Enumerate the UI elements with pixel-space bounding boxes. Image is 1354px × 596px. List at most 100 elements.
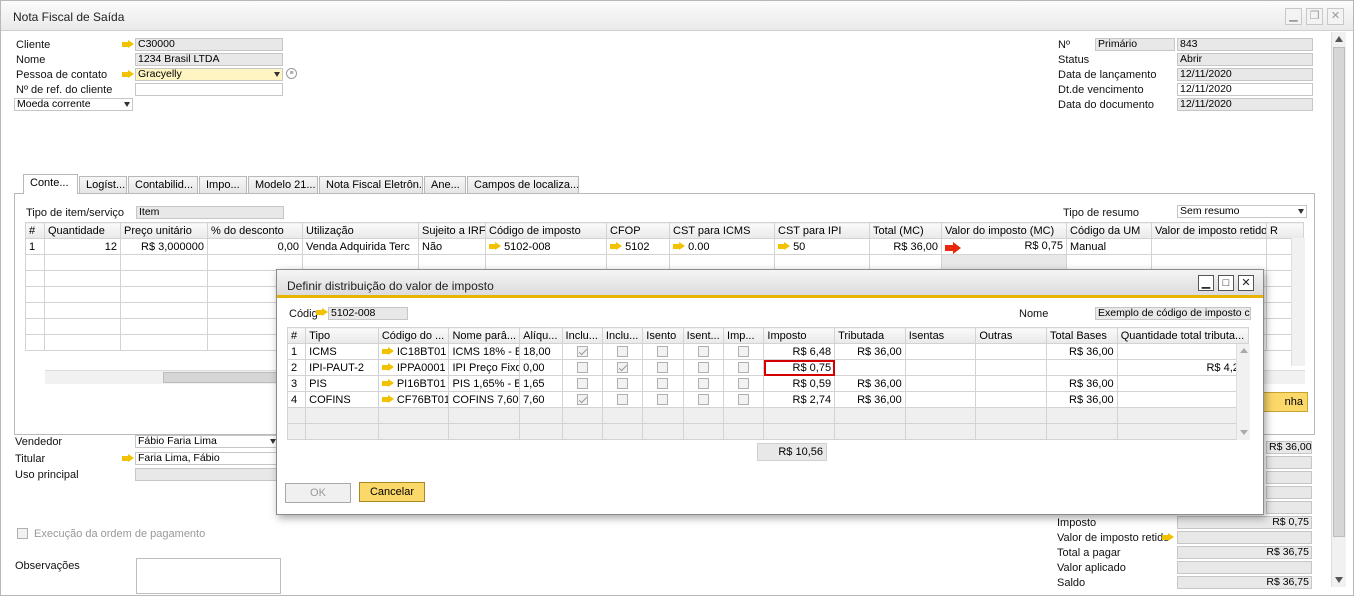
cell-imposto[interactable]: R$ 6,48 [763, 343, 836, 360]
checkbox[interactable] [617, 378, 629, 390]
checkbox[interactable] [576, 362, 588, 374]
list-icon[interactable]: ≡ [286, 68, 297, 79]
col-um[interactable]: Código da UM [1066, 222, 1152, 239]
total-pagar-field[interactable]: R$ 36,75 [1177, 546, 1312, 559]
link-arrow-icon[interactable] [489, 241, 501, 251]
tipo-resumo-select[interactable]: Sem resumo [1177, 205, 1307, 218]
col-codigo-imposto[interactable]: Código de imposto [485, 222, 607, 239]
cell-isento[interactable] [642, 375, 684, 392]
checkbox[interactable] [738, 362, 750, 374]
tab-nfe[interactable]: Nota Fiscal Eletrôn... [319, 176, 423, 194]
col-num[interactable]: # [25, 222, 45, 239]
cell-isento[interactable] [642, 359, 684, 376]
cell-desc[interactable]: 0,00 [207, 238, 303, 255]
numero-field[interactable]: 843 [1177, 38, 1313, 51]
cell-isento-2[interactable] [682, 375, 725, 392]
tab-conteudo[interactable]: Conte... [23, 174, 78, 194]
minimize-icon[interactable]: ▁ [1198, 275, 1214, 291]
cell-nome[interactable]: ICMS 18% - Ba [448, 343, 521, 360]
checkbox[interactable] [657, 362, 669, 374]
nome-field[interactable]: Exemplo de código de imposto com [1095, 307, 1251, 320]
table-row[interactable]: 3PISPI16BT01PIS 1,65% - Ba1,65R$ 0,59R$ … [286, 375, 1250, 392]
nome-field[interactable]: 1234 Brasil LTDA [135, 53, 283, 66]
col-aliquota[interactable]: Alíqu... [519, 327, 563, 344]
contato-select[interactable]: Gracyelly [135, 68, 283, 81]
checkbox[interactable] [657, 346, 669, 358]
ref-input[interactable] [135, 83, 283, 96]
minimize-icon[interactable]: ▁ [1285, 8, 1302, 25]
retido-field[interactable] [1177, 531, 1312, 544]
link-arrow-icon[interactable] [673, 241, 685, 251]
cancel-button[interactable]: Cancelar [359, 482, 425, 502]
cell-imp[interactable] [723, 391, 765, 408]
col-num[interactable]: # [286, 327, 307, 344]
cell-outras[interactable] [975, 343, 1048, 360]
cell-tributada[interactable] [834, 359, 906, 376]
cell-incluido-1[interactable] [561, 375, 603, 392]
cell-qtd-tributada[interactable] [1116, 391, 1250, 408]
col-cfop[interactable]: CFOP [606, 222, 670, 239]
cell-imposto[interactable]: R$ 0,59 [763, 375, 836, 392]
vendedor-select[interactable]: Fábio Faria Lima [135, 435, 279, 448]
cell-tipo[interactable]: PIS [305, 375, 379, 392]
link-arrow-icon[interactable] [122, 40, 134, 49]
total-field-2[interactable] [1266, 456, 1312, 469]
checkbox[interactable] [657, 394, 669, 406]
col-irf[interactable]: Sujeito a IRF [418, 222, 486, 239]
cell-qtd-tributada[interactable]: R$ 4,20 [1116, 359, 1250, 376]
serie-select[interactable]: Primário [1095, 38, 1175, 51]
checkbox[interactable] [697, 346, 709, 358]
scroll-up-icon[interactable] [1335, 36, 1343, 42]
checkbox[interactable] [617, 362, 629, 374]
cell-codigo[interactable]: CF76BT01 [377, 391, 450, 408]
cell-isento[interactable] [642, 391, 684, 408]
cell-incluido-1[interactable] [561, 391, 603, 408]
lancamento-field[interactable]: 12/11/2020 [1177, 68, 1313, 81]
cell-isento-2[interactable] [682, 359, 725, 376]
cell-preco[interactable]: R$ 3,000000 [120, 238, 208, 255]
cell-tributada[interactable]: R$ 36,00 [834, 391, 906, 408]
cell-cst-ipi[interactable]: 50 [774, 238, 870, 255]
cell-um[interactable]: Manual [1066, 238, 1152, 255]
col-total[interactable]: Total (MC) [869, 222, 942, 239]
col-incluido-2[interactable]: Inclu... [601, 327, 644, 344]
col-isentas[interactable]: Isentas [904, 327, 977, 344]
cell-nome[interactable]: IPI Preço Fixo [448, 359, 521, 376]
checkbox[interactable] [697, 394, 709, 406]
col-quantidade[interactable]: Quantidade [44, 222, 121, 239]
checkbox[interactable] [697, 378, 709, 390]
checkbox[interactable] [738, 346, 750, 358]
col-total-bases[interactable]: Total Bases [1046, 327, 1118, 344]
documento-field[interactable]: 12/11/2020 [1177, 98, 1313, 111]
checkbox[interactable] [697, 362, 709, 374]
col-outras[interactable]: Outras [975, 327, 1048, 344]
restore-icon[interactable]: ❐ [1306, 8, 1323, 25]
cell-qtd-tributada[interactable] [1116, 375, 1250, 392]
cell-aliquota[interactable]: 1,65 [519, 375, 563, 392]
vscroll-thumb[interactable] [1333, 47, 1345, 537]
cell-nome[interactable]: PIS 1,65% - Ba [448, 375, 521, 392]
col-imposto[interactable]: Imposto [763, 327, 836, 344]
cell-tipo[interactable]: COFINS [305, 391, 379, 408]
col-tipo[interactable]: Tipo [305, 327, 379, 344]
link-arrow-icon[interactable] [316, 308, 328, 317]
tab-anexos[interactable]: Ane... [424, 176, 466, 194]
col-isento-2[interactable]: Isent... [682, 327, 725, 344]
maximize-icon[interactable]: □ [1218, 275, 1234, 291]
tab-modelo[interactable]: Modelo 21... [248, 176, 318, 194]
checkbox[interactable] [576, 394, 588, 406]
col-valor-imposto[interactable]: Valor do imposto (MC) [941, 222, 1067, 239]
table-row[interactable]: 4COFINSCF76BT01COFINS 7,60%7,60R$ 2,74R$… [286, 391, 1250, 408]
total-field-3[interactable] [1266, 471, 1312, 484]
cell-isento-2[interactable] [682, 391, 725, 408]
cell-tributada[interactable]: R$ 36,00 [834, 375, 906, 392]
aplicado-field[interactable] [1177, 561, 1312, 574]
link-arrow-icon[interactable] [122, 70, 134, 79]
col-cst-ipi[interactable]: CST para IPI [774, 222, 870, 239]
col-incluido-1[interactable]: Inclu... [561, 327, 603, 344]
status-field[interactable]: Abrir [1177, 53, 1313, 66]
cell-qtd[interactable]: 12 [44, 238, 121, 255]
cell-isentas[interactable] [904, 375, 977, 392]
scroll-down-icon[interactable] [1335, 577, 1343, 583]
col-r[interactable]: R [1266, 222, 1304, 239]
